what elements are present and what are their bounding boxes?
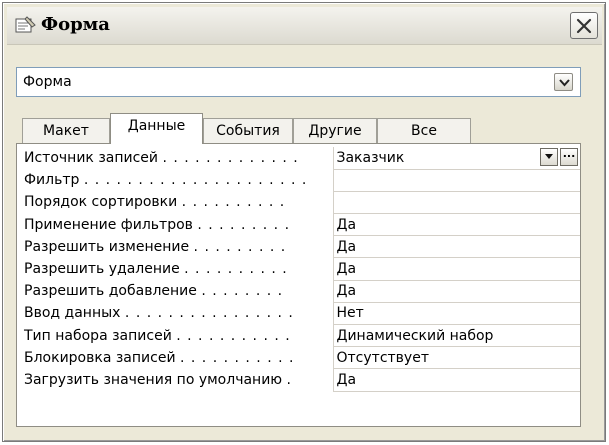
- property-label: Разрешить добавление . . . . . . . .: [24, 283, 284, 300]
- property-label: Фильтр . . . . . . . . . . . . . . . . .…: [24, 172, 308, 189]
- close-button[interactable]: [570, 12, 598, 39]
- property-value[interactable]: Да: [332, 368, 580, 392]
- property-sheet: Источник записей . . . . . . . . . . . .…: [17, 147, 580, 392]
- object-selector-value: Форма: [23, 74, 72, 90]
- property-value[interactable]: Динамический набор: [332, 324, 580, 348]
- property-label: Источник записей . . . . . . . . . . . .…: [24, 150, 299, 167]
- property-row[interactable]: Блокировка записей . . . . . . . . . . .…: [17, 346, 580, 370]
- object-selector[interactable]: Форма: [16, 67, 581, 97]
- record-source-dropdown-button[interactable]: [540, 148, 558, 166]
- property-value[interactable]: Да: [332, 257, 580, 281]
- chevron-down-icon: [559, 79, 570, 87]
- tab-panel-data: Источник записей . . . . . . . . . . . .…: [16, 143, 581, 427]
- properties-window: Форма Форма Макет Данные События Другие …: [2, 2, 606, 442]
- tab-all[interactable]: Все: [377, 118, 471, 144]
- property-value[interactable]: Да: [332, 213, 580, 237]
- tab-strip: Макет Данные События Другие Все: [16, 113, 581, 144]
- property-value[interactable]: Нет: [332, 302, 580, 326]
- property-label: Тип набора записей . . . . . . . . . . .: [24, 327, 291, 344]
- property-label: Применение фильтров . . . . . . . . .: [24, 216, 291, 233]
- property-row[interactable]: Тип набора записей . . . . . . . . . . .…: [17, 324, 580, 348]
- property-row[interactable]: Разрешить изменение . . . . . . . . . Да: [17, 235, 580, 259]
- property-value[interactable]: [332, 191, 580, 215]
- property-row[interactable]: Ввод данных . . . . . . . . . . . . . . …: [17, 302, 580, 326]
- title-bar[interactable]: Форма: [7, 7, 602, 45]
- property-value[interactable]: Да: [332, 235, 580, 259]
- object-selector-dropdown-button[interactable]: [554, 73, 573, 91]
- property-row[interactable]: Порядок сортировки . . . . . . . . . .: [17, 191, 580, 215]
- close-icon: [576, 18, 592, 34]
- property-value[interactable]: Заказчик...: [332, 147, 580, 170]
- property-label: Ввод данных . . . . . . . . . . . . . . …: [24, 305, 294, 322]
- property-row[interactable]: Разрешить добавление . . . . . . . . Да: [17, 280, 580, 303]
- property-value[interactable]: Да: [332, 280, 580, 303]
- chevron-down-icon: [545, 154, 553, 159]
- property-row[interactable]: Фильтр . . . . . . . . . . . . . . . . .…: [17, 169, 580, 192]
- tab-layout[interactable]: Макет: [22, 118, 110, 144]
- property-row[interactable]: Разрешить удаление . . . . . . . . . . Д…: [17, 257, 580, 281]
- properties-icon: [15, 15, 37, 35]
- tab-events[interactable]: События: [203, 118, 293, 144]
- property-row[interactable]: Источник записей . . . . . . . . . . . .…: [17, 147, 580, 170]
- property-label: Загрузить значения по умолчанию .: [24, 371, 292, 388]
- tab-other[interactable]: Другие: [293, 118, 377, 144]
- property-value[interactable]: [332, 169, 580, 192]
- property-row[interactable]: Загрузить значения по умолчанию . Да: [17, 368, 580, 392]
- property-value[interactable]: Отсутствует: [332, 346, 580, 370]
- window-title: Форма: [41, 14, 110, 35]
- property-row[interactable]: Применение фильтров . . . . . . . . . Да: [17, 213, 580, 237]
- build-button[interactable]: ...: [560, 148, 578, 166]
- property-label: Порядок сортировки . . . . . . . . . .: [24, 194, 286, 211]
- property-label: Блокировка записей . . . . . . . . . . .: [24, 349, 295, 366]
- property-label: Разрешить удаление . . . . . . . . . .: [24, 261, 288, 278]
- tab-data[interactable]: Данные: [110, 113, 203, 144]
- property-label: Разрешить изменение . . . . . . . . .: [24, 238, 287, 255]
